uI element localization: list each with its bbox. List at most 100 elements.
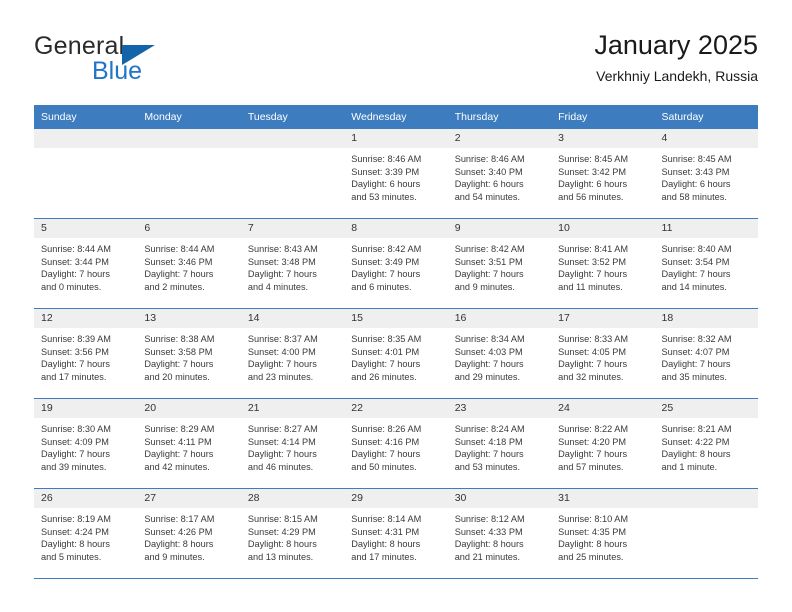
- day-detail-sunset: Sunset: 4:05 PM: [558, 346, 627, 357]
- day-detail-daylight1: Daylight: 8 hours: [247, 539, 317, 550]
- day-detail-sunset: Sunset: 4:11 PM: [144, 436, 212, 447]
- day-details: Sunrise: 8:32 AM Sunset: 4:07 PM Daylight:…: [655, 328, 758, 383]
- day-detail-daylight1: Daylight: 7 hours: [661, 359, 731, 370]
- calendar-day-cell[interactable]: 30 Sunrise: 8:12 AM Sunset: 4:33 PM Dayligh…: [447, 489, 552, 578]
- day-detail-daylight1: Daylight: 7 hours: [454, 359, 524, 370]
- calendar-page: General Blue January 2025 Verkhniy Lande…: [0, 0, 792, 612]
- calendar-day-cell[interactable]: 25 Sunrise: 8:21 AM Sunset: 4:22 PM Dayligh…: [654, 399, 758, 488]
- day-detail-daylight2: and 32 minutes.: [558, 371, 624, 382]
- day-detail-daylight2: and 35 minutes.: [661, 371, 727, 382]
- day-detail-sunrise: Sunrise: 8:44 AM: [41, 244, 111, 254]
- calendar-day-cell[interactable]: 8 Sunrise: 8:42 AM Sunset: 3:49 PM Daylight…: [344, 219, 448, 308]
- day-detail-daylight2: and 58 minutes.: [661, 191, 727, 202]
- day-detail-sunrise: Sunrise: 8:44 AM: [144, 244, 215, 254]
- day-number: 1: [344, 129, 448, 148]
- weekday-header-tuesday: Tuesday: [240, 105, 345, 129]
- day-detail-daylight1: Daylight: 8 hours: [454, 539, 524, 550]
- day-detail-sunrise: Sunrise: 8:34 AM: [454, 334, 525, 344]
- day-detail-sunrise: Sunrise: 8:45 AM: [661, 154, 732, 164]
- calendar-day-cell[interactable]: 21 Sunrise: 8:27 AM Sunset: 4:14 PM Dayligh…: [240, 399, 345, 488]
- calendar-day-cell[interactable]: 16 Sunrise: 8:34 AM Sunset: 4:03 PM Dayligh…: [447, 309, 552, 398]
- day-details: Sunrise: 8:24 AM Sunset: 4:18 PM Daylight:…: [448, 418, 551, 473]
- day-detail-daylight2: and 13 minutes.: [247, 551, 314, 562]
- calendar-day-cell[interactable]: 13 Sunrise: 8:38 AM Sunset: 3:58 PM Dayligh…: [137, 309, 241, 398]
- calendar-day-cell[interactable]: 3 Sunrise: 8:45 AM Sunset: 3:42 PM Daylight…: [551, 129, 655, 218]
- calendar-day-cell[interactable]: 7 Sunrise: 8:43 AM Sunset: 3:48 PM Daylight…: [240, 219, 345, 308]
- day-number: 13: [137, 309, 241, 328]
- day-detail-sunrise: Sunrise: 8:37 AM: [247, 334, 318, 344]
- calendar-day-cell[interactable]: 18 Sunrise: 8:32 AM Sunset: 4:07 PM Dayligh…: [654, 309, 758, 398]
- calendar-day-cell[interactable]: 24 Sunrise: 8:22 AM Sunset: 4:20 PM Dayligh…: [551, 399, 655, 488]
- calendar-day-cell[interactable]: 6 Sunrise: 8:44 AM Sunset: 3:46 PM Daylight…: [137, 219, 241, 308]
- day-number: [240, 129, 345, 148]
- calendar-day-cell[interactable]: 12 Sunrise: 8:39 AM Sunset: 3:56 PM Dayligh…: [34, 309, 138, 398]
- weekday-header-wednesday: Wednesday: [344, 105, 448, 129]
- calendar-day-cell[interactable]: 14 Sunrise: 8:37 AM Sunset: 4:00 PM Dayligh…: [240, 309, 345, 398]
- calendar-day-cell[interactable]: 11 Sunrise: 8:40 AM Sunset: 3:54 PM Dayligh…: [654, 219, 758, 308]
- calendar-day-cell[interactable]: 31 Sunrise: 8:10 AM Sunset: 4:35 PM Dayligh…: [551, 489, 655, 578]
- day-details: Sunrise: 8:12 AM Sunset: 4:33 PM Daylight:…: [448, 508, 551, 563]
- day-detail-sunrise: Sunrise: 8:15 AM: [247, 514, 318, 524]
- calendar-day-cell[interactable]: 19 Sunrise: 8:30 AM Sunset: 4:09 PM Dayligh…: [34, 399, 138, 488]
- day-detail-daylight1: Daylight: 7 hours: [351, 449, 421, 460]
- day-detail-daylight1: Daylight: 8 hours: [41, 539, 110, 550]
- day-detail-sunset: Sunset: 3:42 PM: [558, 166, 627, 177]
- day-detail-daylight2: and 57 minutes.: [558, 461, 624, 472]
- day-detail-sunset: Sunset: 4:33 PM: [454, 526, 523, 537]
- calendar-day-cell[interactable]: 29 Sunrise: 8:14 AM Sunset: 4:31 PM Dayligh…: [344, 489, 448, 578]
- calendar-day-cell[interactable]: 23 Sunrise: 8:24 AM Sunset: 4:18 PM Dayligh…: [447, 399, 552, 488]
- day-detail-daylight2: and 2 minutes.: [144, 281, 205, 292]
- day-detail-sunrise: Sunrise: 8:42 AM: [454, 244, 525, 254]
- day-number: 5: [34, 219, 138, 238]
- day-detail-sunset: Sunset: 3:54 PM: [661, 256, 730, 267]
- calendar-day-cell[interactable]: 10 Sunrise: 8:41 AM Sunset: 3:52 PM Dayligh…: [551, 219, 655, 308]
- day-number: 11: [654, 219, 758, 238]
- calendar-week-row: 26 Sunrise: 8:19 AM Sunset: 4:24 PM Dayligh…: [34, 488, 758, 579]
- calendar-day-cell[interactable]: 9 Sunrise: 8:42 AM Sunset: 3:51 PM Daylight…: [447, 219, 552, 308]
- day-number: 25: [654, 399, 758, 418]
- day-details: Sunrise: 8:41 AM Sunset: 3:52 PM Daylight:…: [551, 238, 654, 293]
- day-details: Sunrise: 8:42 AM Sunset: 3:49 PM Daylight:…: [344, 238, 447, 293]
- general-blue-logo[interactable]: General Blue: [34, 32, 254, 90]
- day-detail-sunrise: Sunrise: 8:24 AM: [454, 424, 525, 434]
- calendar-week-row: 19 Sunrise: 8:30 AM Sunset: 4:09 PM Dayligh…: [34, 398, 758, 489]
- calendar-body: 1 Sunrise: 8:46 AM Sunset: 3:39 PM Daylight…: [34, 129, 758, 579]
- day-detail-daylight1: Daylight: 7 hours: [41, 449, 110, 460]
- day-details: Sunrise: 8:44 AM Sunset: 3:46 PM Daylight:…: [137, 238, 240, 293]
- calendar-day-cell[interactable]: 22 Sunrise: 8:26 AM Sunset: 4:16 PM Dayligh…: [344, 399, 448, 488]
- day-detail-daylight2: and 46 minutes.: [247, 461, 314, 472]
- day-detail-sunrise: Sunrise: 8:10 AM: [558, 514, 629, 524]
- day-detail-sunrise: Sunrise: 8:27 AM: [247, 424, 318, 434]
- day-details: Sunrise: 8:15 AM Sunset: 4:29 PM Daylight:…: [241, 508, 344, 563]
- calendar-day-cell[interactable]: 17 Sunrise: 8:33 AM Sunset: 4:05 PM Dayligh…: [551, 309, 655, 398]
- day-detail-sunrise: Sunrise: 8:14 AM: [351, 514, 422, 524]
- day-details: Sunrise: 8:29 AM Sunset: 4:11 PM Daylight:…: [137, 418, 240, 473]
- weekday-header-sunday: Sunday: [34, 105, 138, 129]
- day-number: 9: [447, 219, 552, 238]
- calendar-day-cell[interactable]: 28 Sunrise: 8:15 AM Sunset: 4:29 PM Dayligh…: [240, 489, 345, 578]
- calendar-day-cell[interactable]: 2 Sunrise: 8:46 AM Sunset: 3:40 PM Daylight…: [447, 129, 552, 218]
- day-detail-sunrise: Sunrise: 8:17 AM: [144, 514, 215, 524]
- day-details: Sunrise: 8:46 AM Sunset: 3:40 PM Daylight:…: [448, 148, 551, 203]
- day-detail-sunset: Sunset: 4:29 PM: [247, 526, 316, 537]
- calendar-day-cell[interactable]: 1 Sunrise: 8:46 AM Sunset: 3:39 PM Daylight…: [344, 129, 448, 218]
- day-detail-sunrise: Sunrise: 8:38 AM: [144, 334, 215, 344]
- calendar-day-cell[interactable]: 27 Sunrise: 8:17 AM Sunset: 4:26 PM Dayligh…: [137, 489, 241, 578]
- calendar-day-cell[interactable]: 26 Sunrise: 8:19 AM Sunset: 4:24 PM Dayligh…: [34, 489, 138, 578]
- calendar-day-cell[interactable]: 15 Sunrise: 8:35 AM Sunset: 4:01 PM Dayligh…: [344, 309, 448, 398]
- day-detail-sunset: Sunset: 3:48 PM: [247, 256, 316, 267]
- day-detail-sunset: Sunset: 3:46 PM: [144, 256, 213, 267]
- day-detail-daylight1: Daylight: 7 hours: [144, 269, 214, 280]
- day-details: Sunrise: 8:14 AM Sunset: 4:31 PM Daylight:…: [344, 508, 447, 563]
- day-detail-daylight1: Daylight: 7 hours: [454, 269, 524, 280]
- day-detail-daylight1: Daylight: 7 hours: [247, 359, 317, 370]
- day-detail-daylight2: and 6 minutes.: [351, 281, 412, 292]
- day-detail-daylight1: Daylight: 7 hours: [351, 359, 421, 370]
- day-number: 22: [344, 399, 448, 418]
- day-detail-sunset: Sunset: 4:03 PM: [454, 346, 523, 357]
- calendar-day-cell[interactable]: 20 Sunrise: 8:29 AM Sunset: 4:11 PM Dayligh…: [137, 399, 241, 488]
- day-detail-sunrise: Sunrise: 8:19 AM: [41, 514, 111, 524]
- calendar-day-cell[interactable]: 4 Sunrise: 8:45 AM Sunset: 3:43 PM Daylight…: [654, 129, 758, 218]
- calendar-day-cell[interactable]: 5 Sunrise: 8:44 AM Sunset: 3:44 PM Daylight…: [34, 219, 138, 308]
- day-detail-sunset: Sunset: 3:40 PM: [454, 166, 523, 177]
